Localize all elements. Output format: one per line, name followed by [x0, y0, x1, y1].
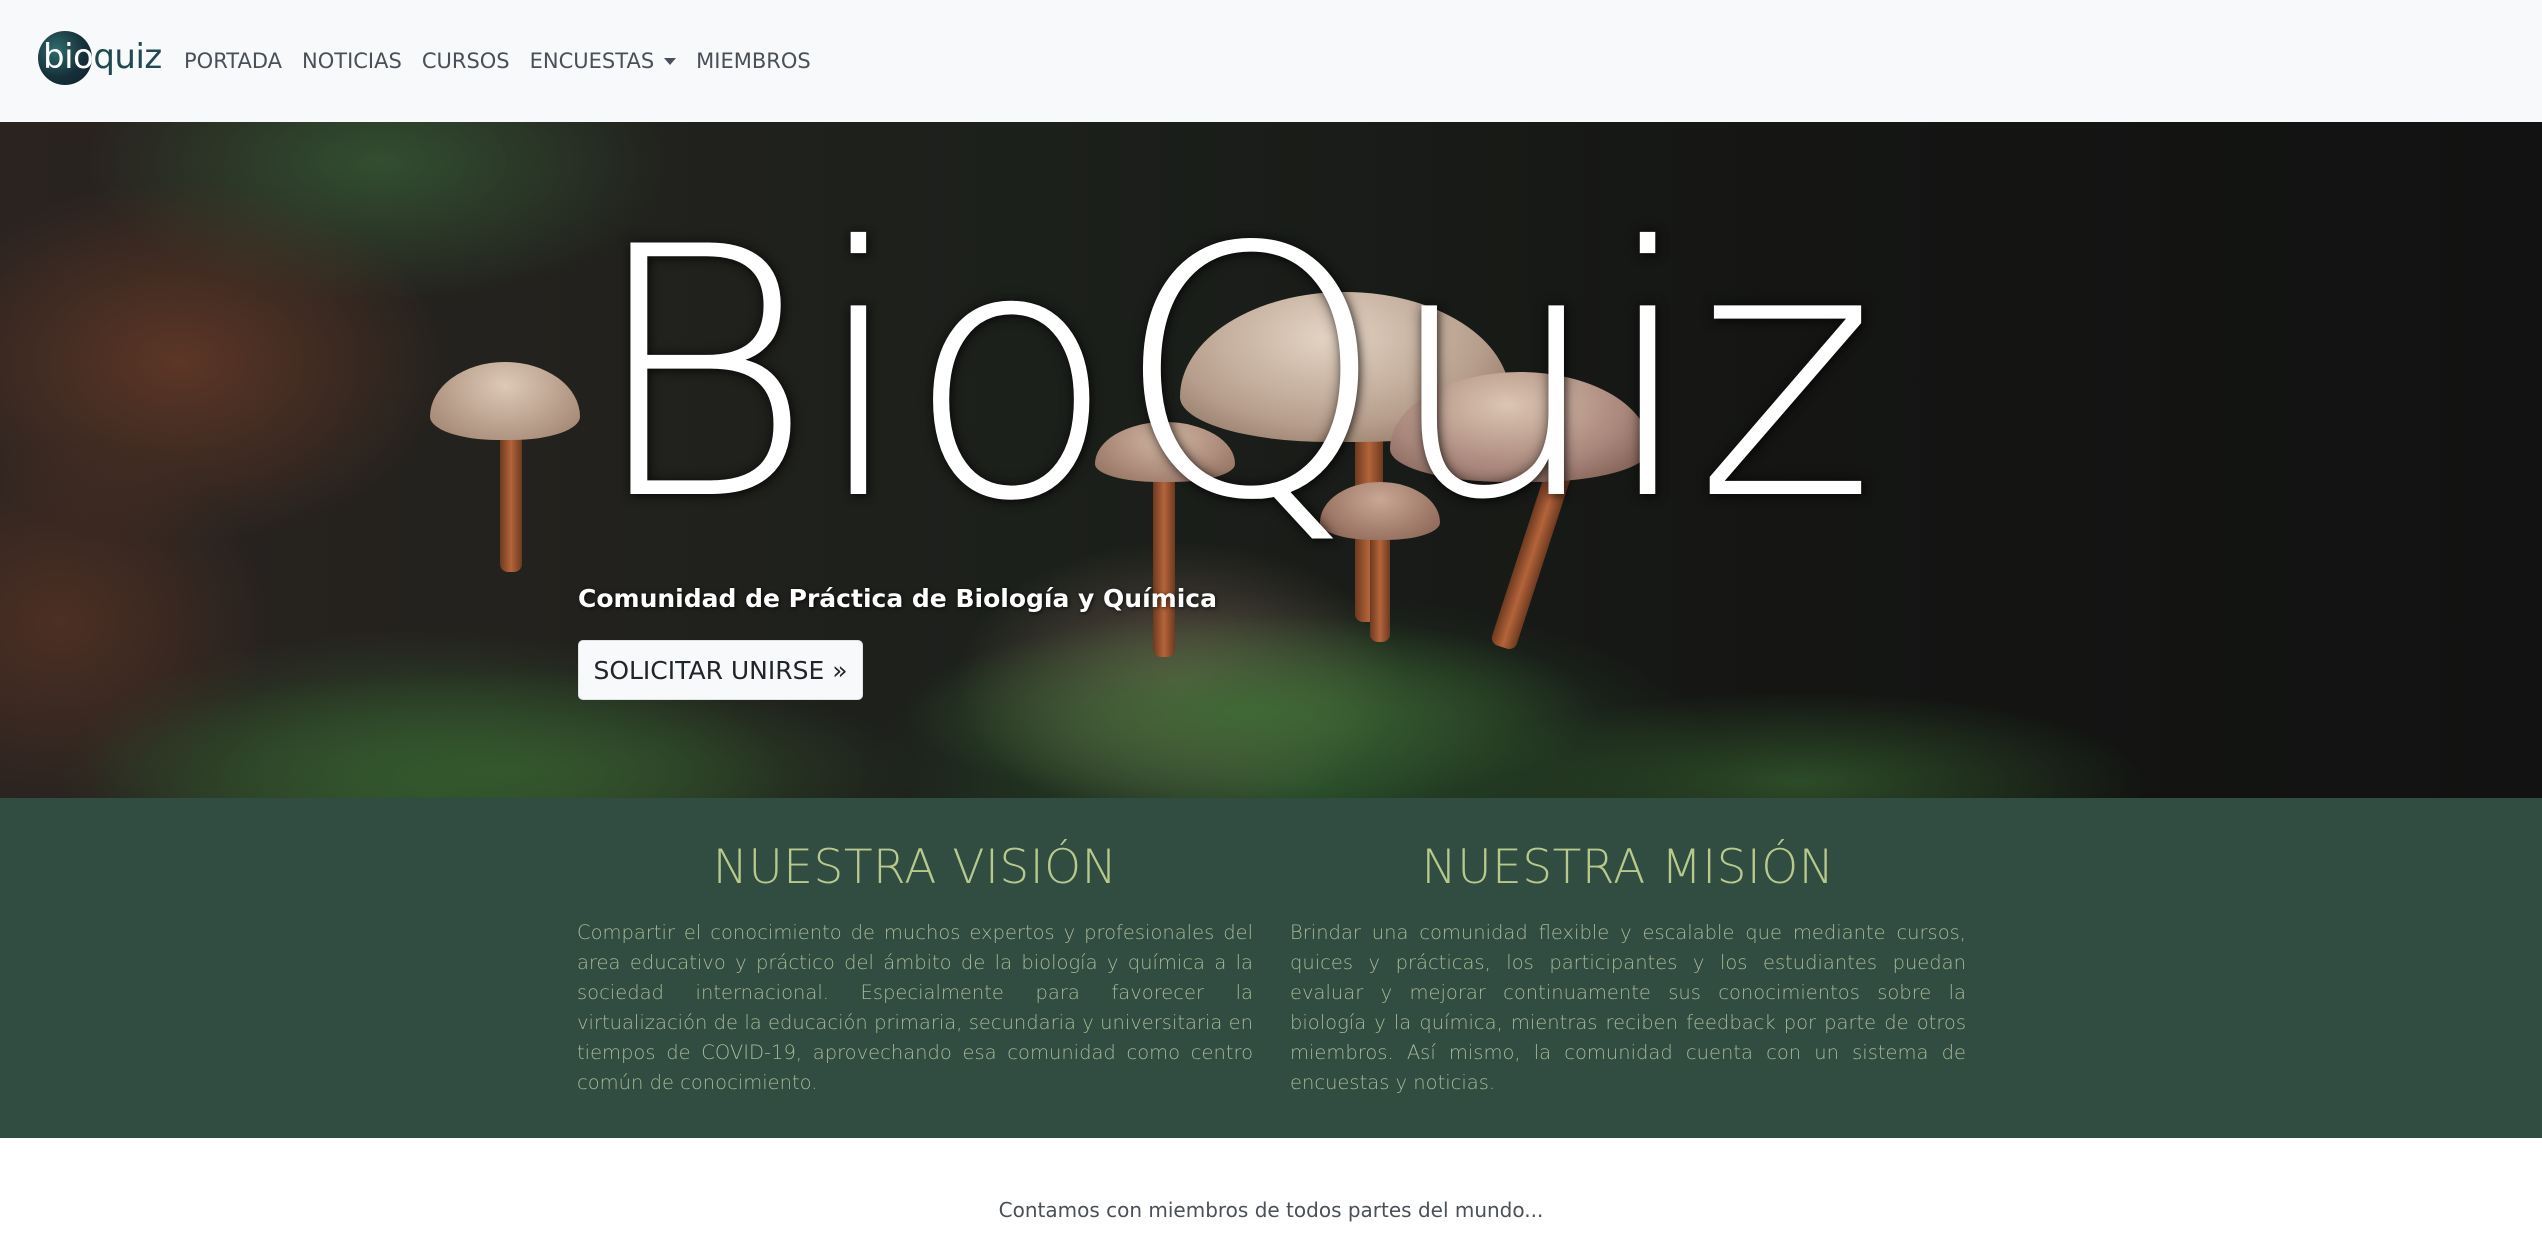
nav-link-encuestas-label: ENCUESTAS — [529, 49, 655, 73]
vision-mission-section: NUESTRA VISIÓN Compartir el conocimiento… — [0, 798, 2542, 1138]
vision-column: NUESTRA VISIÓN Compartir el conocimiento… — [577, 838, 1253, 1098]
mission-title: NUESTRA MISIÓN — [1421, 840, 1835, 895]
nav-dropdown-encuestas[interactable]: ENCUESTAS — [530, 49, 677, 73]
nav-links: PORTADA NOTICIAS CURSOS ENCUESTAS MIEMBR… — [184, 0, 831, 122]
hero-title: BioQuiz — [588, 175, 1876, 576]
request-join-button[interactable]: SOLICITAR UNIRSE » — [578, 640, 863, 700]
caret-down-icon — [664, 57, 677, 65]
nav-link-portada[interactable]: PORTADA — [184, 49, 282, 73]
vision-text: Compartir el conocimiento de muchos expe… — [577, 921, 1253, 1094]
nav-link-cursos[interactable]: CURSOS — [422, 49, 510, 73]
hero-section: BioQuiz Comunidad de Práctica de Biologí… — [0, 122, 2542, 798]
nav-link-miembros[interactable]: MIEMBROS — [696, 49, 811, 73]
top-navbar: bioquiz PORTADA NOTICIAS CURSOS ENCUESTA… — [0, 0, 2542, 124]
logo-text: bioquiz — [43, 34, 162, 80]
logo-text-bio: bio — [43, 37, 94, 77]
mission-column: NUESTRA MISIÓN Brindar una comunidad fle… — [1290, 838, 1966, 1098]
nav-link-noticias[interactable]: NOTICIAS — [302, 49, 402, 73]
vision-title: NUESTRA VISIÓN — [712, 840, 1118, 895]
members-worldwide-text: Contamos con miembros de todos partes de… — [998, 1198, 1544, 1222]
hero-subtitle: Comunidad de Práctica de Biología y Quím… — [578, 584, 1217, 613]
logo-text-quiz: quiz — [93, 37, 162, 77]
mission-text: Brindar una comunidad flexible y escalab… — [1290, 921, 1966, 1094]
